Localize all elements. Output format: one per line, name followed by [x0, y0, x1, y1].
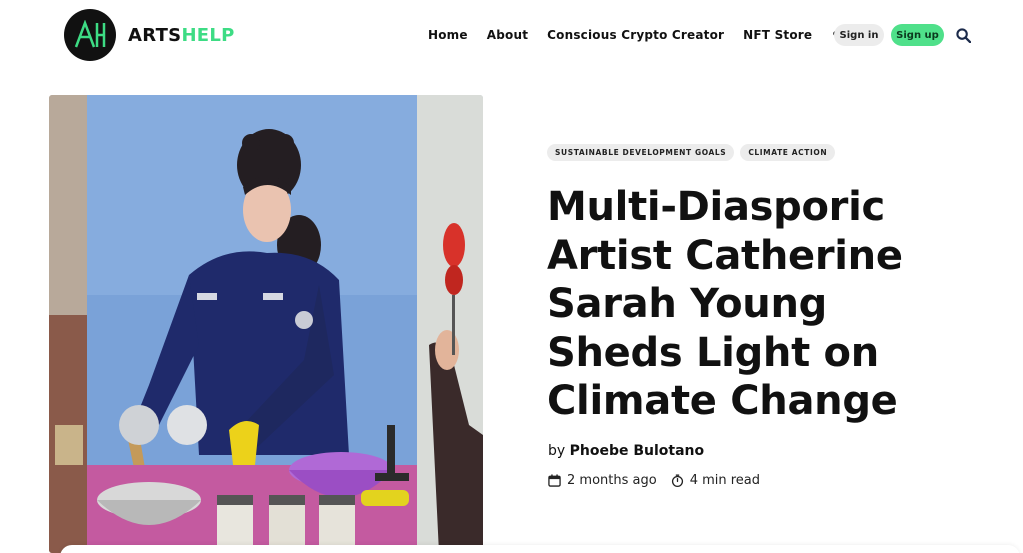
article-title: Multi-Diasporic Artist Catherine Sarah Y… — [547, 184, 903, 424]
site-logo[interactable]: ARTSHELP — [64, 9, 235, 61]
nav-about[interactable]: About — [487, 28, 528, 42]
posted-date-text: 2 months ago — [567, 473, 657, 488]
stopwatch-icon — [671, 474, 683, 487]
logo-wordmark-part1: ARTS — [128, 24, 182, 46]
content-card-edge — [60, 545, 1020, 553]
tag-list: SUSTAINABLE DEVELOPMENT GOALS CLIMATE AC… — [547, 144, 841, 161]
author-link[interactable]: Phoebe Bulotano — [570, 443, 705, 459]
logo-mark-icon — [64, 9, 116, 61]
main-nav: Home About Conscious Crypto Creator NFT … — [428, 25, 879, 45]
site-header: ARTSHELP Home About Conscious Crypto Cre… — [0, 0, 1023, 70]
read-time-text: 4 min read — [689, 473, 761, 488]
nav-home[interactable]: Home — [428, 28, 468, 42]
article-byline: by Phoebe Bulotano — [548, 443, 704, 459]
sign-up-button[interactable]: Sign up — [891, 24, 944, 46]
byline-prefix: by — [548, 443, 566, 459]
read-time: 4 min read — [671, 473, 760, 488]
logo-wordmark-part2: HELP — [181, 24, 235, 46]
hero-image — [49, 95, 483, 553]
article-meta: 2 months ago 4 min read — [548, 473, 774, 488]
hero-illustration — [49, 95, 483, 553]
tag-climate-action[interactable]: CLIMATE ACTION — [740, 144, 836, 161]
tag-sustainable-development-goals[interactable]: SUSTAINABLE DEVELOPMENT GOALS — [547, 144, 735, 161]
calendar-icon — [548, 474, 561, 487]
posted-date: 2 months ago — [548, 473, 657, 488]
sign-in-button[interactable]: Sign in — [834, 24, 884, 46]
search-icon[interactable] — [956, 28, 971, 43]
nav-nft-store[interactable]: NFT Store — [743, 28, 812, 42]
nav-conscious-crypto-creator[interactable]: Conscious Crypto Creator — [547, 28, 724, 42]
logo-wordmark: ARTSHELP — [128, 25, 235, 46]
